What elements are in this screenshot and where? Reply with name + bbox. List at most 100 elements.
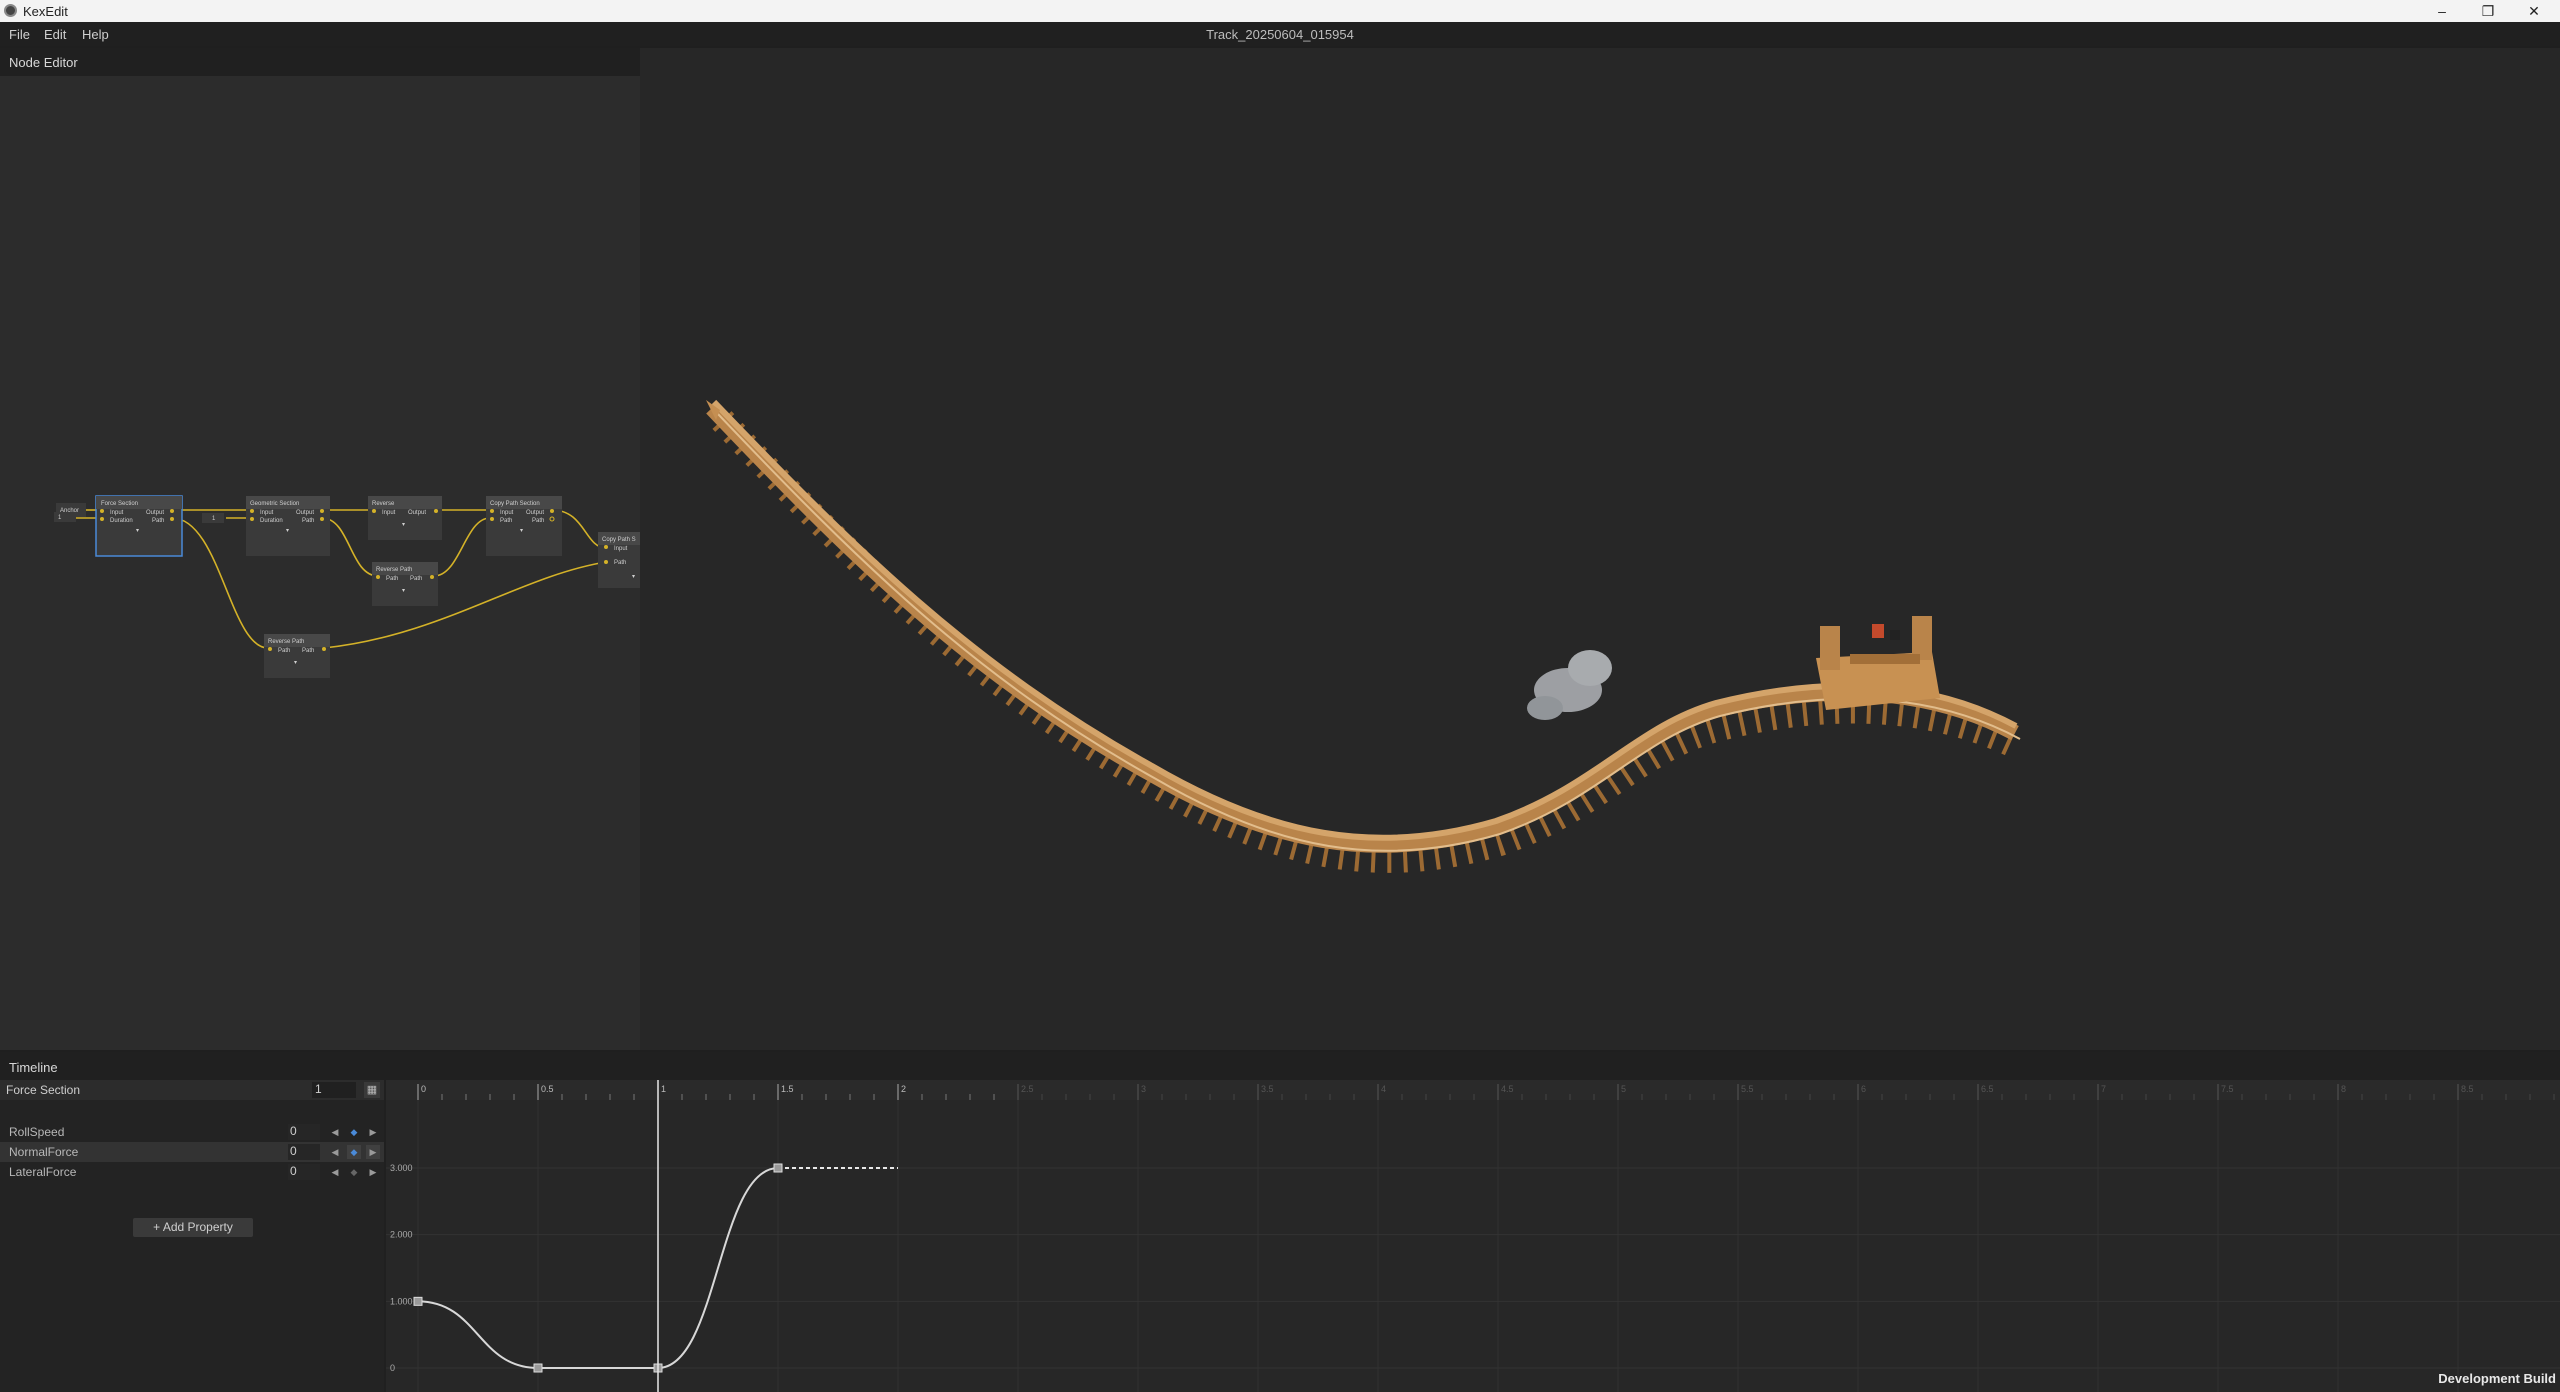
port-input: Input	[260, 510, 274, 516]
normalforce-curve[interactable]	[417, 1167, 779, 1369]
minimize-button[interactable]: –	[2422, 1, 2462, 21]
port-input: Input	[500, 510, 514, 516]
maximize-button[interactable]: ❐	[2468, 1, 2508, 21]
port-path: Path	[302, 518, 314, 524]
timeline-title: Timeline	[9, 1060, 58, 1075]
y-axis-labels: 3.000 2.000 1.000 0	[390, 1163, 413, 1373]
keyframe-diamond-icon[interactable]: ◆	[347, 1145, 361, 1159]
chevron-down-icon[interactable]: ▾	[402, 522, 405, 528]
curve-graph[interactable]: 00.511.522.533.544.555.566.577.588.599.5…	[386, 1080, 2560, 1392]
menu-file[interactable]: File	[9, 27, 30, 42]
chevron-down-icon[interactable]: ▾	[520, 528, 523, 534]
document-title: Track_20250604_015954	[1206, 27, 1354, 42]
property-name: NormalForce	[9, 1145, 79, 1159]
ruler-label: 2	[901, 1084, 906, 1094]
port-output: Output	[526, 510, 544, 516]
port-path: Path	[614, 560, 626, 566]
keyframe-handle	[773, 1163, 783, 1173]
coaster-car	[1816, 616, 1940, 710]
node-geometric-section[interactable]: Geometric Section Input Duration Output …	[246, 496, 330, 556]
port-output: Output	[146, 510, 164, 516]
chevron-down-icon[interactable]: ▾	[286, 528, 289, 534]
port-path: Path	[500, 518, 512, 524]
prev-keyframe-icon[interactable]: ◀	[328, 1145, 342, 1159]
smoke-effect	[1527, 650, 1612, 720]
chevron-down-icon[interactable]: ▾	[136, 528, 139, 534]
app-name: KexEdit	[23, 4, 68, 19]
menu-bar: Track_20250604_015954 File Edit Help	[0, 22, 2560, 46]
geo-duration-chip[interactable]: 1	[202, 513, 224, 523]
node-title: Reverse Path	[376, 567, 412, 573]
node-title: Reverse	[372, 501, 395, 507]
duration-chip[interactable]: 1	[54, 512, 76, 522]
time-ruler[interactable]	[386, 1080, 2560, 1100]
y-axis-label: 1.000	[390, 1296, 413, 1306]
port-output: Output	[296, 510, 314, 516]
menu-help[interactable]: Help	[82, 27, 109, 42]
ruler-label: 0.5	[541, 1084, 554, 1094]
node-title: Copy Path Section	[490, 501, 540, 507]
property-name: LateralForce	[9, 1165, 77, 1179]
close-button[interactable]: ✕	[2514, 1, 2554, 21]
next-keyframe-icon[interactable]: ▶	[366, 1165, 380, 1179]
ruler-label: 4.5	[1501, 1084, 1514, 1094]
port-input: Input	[614, 546, 628, 552]
ruler-label: 4	[1381, 1084, 1386, 1094]
graph-view-icon[interactable]: ▦	[364, 1082, 380, 1098]
node-copy-path-section-2[interactable]: Copy Path S Input Path ▾	[598, 532, 640, 588]
section-duration-input[interactable]: 1	[312, 1082, 356, 1098]
ruler-label: 3	[1141, 1084, 1146, 1094]
ruler-label: 7.5	[2221, 1084, 2234, 1094]
title-bar: KexEdit – ❐ ✕	[0, 0, 2560, 22]
property-value-input[interactable]: 0	[288, 1164, 320, 1180]
chevron-down-icon[interactable]: ▾	[294, 660, 297, 666]
node-force-section[interactable]: Force Section Input Duration Output Path…	[95, 495, 183, 557]
ruler-label: 2.5	[1021, 1084, 1034, 1094]
section-label: Force Section	[6, 1083, 81, 1097]
y-axis-label: 2.000	[390, 1230, 413, 1240]
keyframe-handle	[413, 1296, 423, 1306]
node-title: Geometric Section	[250, 501, 299, 507]
ruler-label: 8.5	[2461, 1084, 2474, 1094]
node-reverse-path-2[interactable]: Reverse Path Path Path ▾	[264, 634, 330, 678]
port-path: Path	[302, 648, 314, 654]
add-property-button[interactable]: + Add Property	[133, 1218, 253, 1237]
next-keyframe-icon[interactable]: ▶	[366, 1125, 380, 1139]
ruler-label: 1	[661, 1084, 666, 1094]
property-value-input[interactable]: 0	[288, 1144, 320, 1160]
node-canvas[interactable]: Anchor 1 1 Force Section Input Duration …	[0, 76, 640, 1050]
keyframe-handle	[533, 1363, 543, 1373]
keyframe-diamond-icon[interactable]: ◆	[347, 1165, 361, 1179]
timeline-panel: Timeline Force Section 1 ▦ RollSpeed 0 ◀…	[0, 1052, 2560, 1392]
3d-viewport[interactable]	[640, 48, 2560, 1050]
node-title: Reverse Path	[268, 639, 304, 645]
property-row-normalforce[interactable]: NormalForce 0 ◀ ◆ ▶	[0, 1142, 384, 1162]
node-title: Copy Path S	[602, 537, 636, 543]
prev-keyframe-icon[interactable]: ◀	[328, 1165, 342, 1179]
port-path: Path	[410, 576, 422, 582]
node-copy-path-section[interactable]: Copy Path Section Input Path Output Path…	[486, 496, 562, 556]
wire-revpath2-copy2	[323, 561, 607, 649]
menu-edit[interactable]: Edit	[44, 27, 66, 42]
port-path: Path	[152, 518, 164, 524]
keyframe-diamond-icon[interactable]: ◆	[347, 1125, 361, 1139]
keyframe-handles[interactable]	[413, 1163, 783, 1373]
property-row-lateralforce[interactable]: LateralForce 0 ◀ ◆ ▶	[0, 1162, 384, 1182]
ruler-label: 5.5	[1741, 1084, 1754, 1094]
next-keyframe-icon[interactable]: ▶	[366, 1145, 380, 1159]
port-input: Input	[382, 510, 396, 516]
node-reverse-path-1[interactable]: Reverse Path Path Path ▾	[372, 562, 438, 606]
port-path: Path	[278, 648, 290, 654]
ruler-label: 6	[1861, 1084, 1866, 1094]
chevron-down-icon[interactable]: ▾	[632, 574, 635, 580]
prev-keyframe-icon[interactable]: ◀	[328, 1125, 342, 1139]
property-row-rollspeed[interactable]: RollSpeed 0 ◀ ◆ ▶	[0, 1122, 384, 1142]
ruler-label: 1.5	[781, 1084, 794, 1094]
port-path: Path	[532, 518, 544, 524]
property-value-input[interactable]: 0	[288, 1124, 320, 1140]
ruler-label: 8	[2341, 1084, 2346, 1094]
property-list: Force Section 1 ▦ RollSpeed 0 ◀ ◆ ▶ Norm…	[0, 1080, 384, 1392]
node-reverse[interactable]: Reverse Input Output ▾	[368, 496, 442, 540]
chevron-down-icon[interactable]: ▾	[402, 588, 405, 594]
ruler-label: 0	[421, 1084, 426, 1094]
